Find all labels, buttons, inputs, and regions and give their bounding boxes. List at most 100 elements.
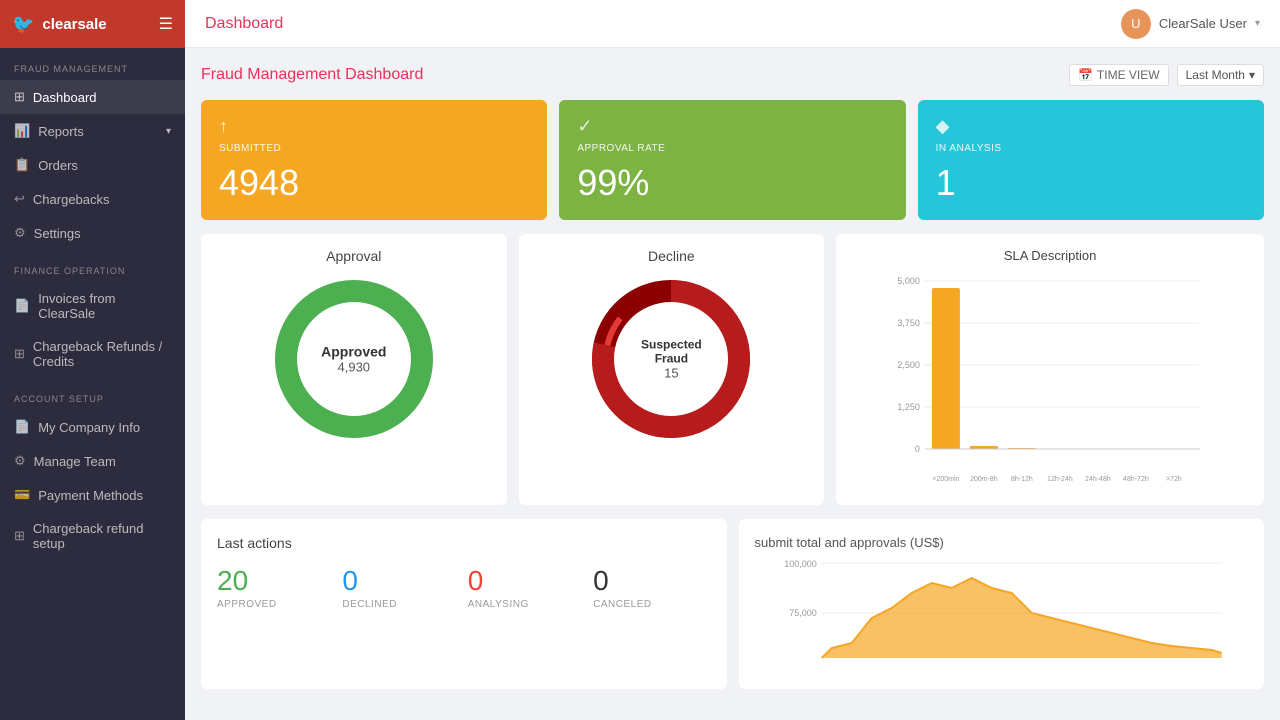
stat-card-submitted: ↑ SUBMITTED 4948 bbox=[201, 100, 547, 220]
page-title: Dashboard bbox=[205, 15, 283, 33]
sidebar-item-dashboard[interactable]: ⊞ Dashboard bbox=[0, 80, 185, 114]
sidebar-item-my-company[interactable]: 📄 My Company Info bbox=[0, 410, 185, 444]
dashboard-title: Fraud Management Dashboard bbox=[201, 66, 423, 84]
sidebar-item-invoices[interactable]: 📄 Invoices from ClearSale bbox=[0, 282, 185, 330]
sla-chart-card: SLA Description 5,000 3,750 2,500 1,250 bbox=[836, 234, 1264, 505]
approval-chart-card: Approval Approved 4,930 bbox=[201, 234, 507, 505]
sidebar-item-label: Manage Team bbox=[34, 454, 116, 469]
last-actions-title: Last actions bbox=[217, 535, 711, 551]
approved-stat-value: 20 bbox=[217, 565, 334, 597]
sidebar-header: 🐦 clearsale ☰ bbox=[0, 0, 185, 48]
time-view-area: 📅 TIME VIEW Last Month ▾ bbox=[1069, 64, 1264, 86]
approval-rate-icon: ✓ bbox=[577, 116, 592, 136]
decline-chart-title: Decline bbox=[533, 248, 811, 264]
sidebar-section-fraud: FRAUD MANAGEMENT bbox=[0, 48, 185, 80]
sidebar-item-label: My Company Info bbox=[38, 420, 140, 435]
logo-area: 🐦 clearsale bbox=[12, 14, 107, 35]
canceled-stat-label: CANCELED bbox=[593, 599, 710, 610]
svg-text:200m-8h: 200m-8h bbox=[970, 476, 998, 483]
time-view-button[interactable]: 📅 TIME VIEW bbox=[1069, 64, 1169, 86]
main-content: Dashboard U ClearSale User ▾ Fraud Manag… bbox=[185, 0, 1280, 720]
sidebar-item-label: Dashboard bbox=[33, 90, 97, 105]
svg-text:100,000: 100,000 bbox=[784, 559, 817, 569]
user-chevron-icon: ▾ bbox=[1255, 18, 1260, 29]
sidebar-item-manage-team[interactable]: ⚙ Manage Team bbox=[0, 444, 185, 478]
reports-icon: 📊 bbox=[14, 123, 30, 139]
chargeback-refunds-icon: ⊞ bbox=[14, 346, 25, 362]
svg-text:0: 0 bbox=[915, 444, 920, 454]
sidebar-item-settings[interactable]: ⚙ Settings bbox=[0, 216, 185, 250]
svg-text:1,250: 1,250 bbox=[898, 402, 921, 412]
decline-donut: Suspected Fraud 15 bbox=[586, 274, 756, 444]
sidebar-item-payment-methods[interactable]: 💳 Payment Methods bbox=[0, 478, 185, 512]
chargeback-setup-icon: ⊞ bbox=[14, 528, 25, 544]
declined-stat-value: 0 bbox=[342, 565, 459, 597]
svg-text:2,500: 2,500 bbox=[898, 360, 921, 370]
svg-text:75,000: 75,000 bbox=[789, 608, 817, 618]
stat-card-approval-rate: ✓ APPROVAL RATE 99% bbox=[559, 100, 905, 220]
submitted-icon: ↑ bbox=[219, 116, 228, 136]
time-period-select[interactable]: Last Month ▾ bbox=[1177, 64, 1264, 86]
declined-stat-label: DECLINED bbox=[342, 599, 459, 610]
avatar: U bbox=[1121, 9, 1151, 39]
approval-rate-label: APPROVAL RATE bbox=[577, 143, 887, 154]
dashboard-icon: ⊞ bbox=[14, 89, 25, 105]
calendar-icon: 📅 bbox=[1078, 68, 1093, 82]
sidebar-item-label: Invoices from ClearSale bbox=[38, 291, 171, 321]
user-area[interactable]: U ClearSale User ▾ bbox=[1121, 9, 1260, 39]
charts-row: Approval Approved 4,930 Decline bbox=[201, 234, 1264, 505]
svg-text:>72h: >72h bbox=[1166, 476, 1182, 483]
suspected-fraud-label: Suspected Fraud bbox=[629, 338, 714, 366]
sidebar-item-reports[interactable]: 📊 Reports ▾ bbox=[0, 114, 185, 148]
dashboard-header: Fraud Management Dashboard 📅 TIME VIEW L… bbox=[201, 64, 1264, 86]
submit-chart-card: submit total and approvals (US$) 100,000… bbox=[739, 519, 1265, 689]
chargebacks-icon: ↩ bbox=[14, 191, 25, 207]
stat-card-in-analysis: ◆ IN ANALYSIS 1 bbox=[918, 100, 1264, 220]
settings-icon: ⚙ bbox=[14, 225, 26, 241]
submitted-value: 4948 bbox=[219, 162, 529, 204]
sidebar-section-account: ACCOUNT SETUP bbox=[0, 378, 185, 410]
canceled-stat-value: 0 bbox=[593, 565, 710, 597]
declined-stat: 0 DECLINED bbox=[342, 565, 459, 610]
sidebar-item-label: Chargebacks bbox=[33, 192, 110, 207]
svg-text:48h-72h: 48h-72h bbox=[1123, 476, 1149, 483]
svg-text:12h-24h: 12h-24h bbox=[1047, 476, 1073, 483]
submit-chart-svg: 100,000 75,000 bbox=[755, 558, 1249, 668]
approved-label: Approved bbox=[321, 344, 386, 360]
decline-donut-center: Suspected Fraud 15 bbox=[629, 338, 714, 381]
user-name: ClearSale User bbox=[1159, 16, 1247, 31]
submit-chart-title: submit total and approvals (US$) bbox=[755, 535, 1249, 550]
payment-icon: 💳 bbox=[14, 487, 30, 503]
bottom-row: Last actions 20 APPROVED 0 DECLINED 0 AN… bbox=[201, 519, 1264, 689]
actions-stats: 20 APPROVED 0 DECLINED 0 ANALYSING 0 CAN… bbox=[217, 565, 711, 610]
my-company-icon: 📄 bbox=[14, 419, 30, 435]
content-area: Fraud Management Dashboard 📅 TIME VIEW L… bbox=[185, 48, 1280, 720]
approved-value: 4,930 bbox=[321, 360, 386, 375]
analysing-stat-label: ANALYSING bbox=[468, 599, 585, 610]
sidebar-item-label: Settings bbox=[34, 226, 81, 241]
manage-team-icon: ⚙ bbox=[14, 453, 26, 469]
sidebar-section-finance: FINANCE OPERATION bbox=[0, 250, 185, 282]
in-analysis-value: 1 bbox=[936, 162, 1246, 204]
svg-text:<200min: <200min bbox=[933, 476, 960, 483]
chevron-down-icon: ▾ bbox=[166, 126, 171, 137]
sidebar-item-chargebacks[interactable]: ↩ Chargebacks bbox=[0, 182, 185, 216]
last-actions-card: Last actions 20 APPROVED 0 DECLINED 0 AN… bbox=[201, 519, 727, 689]
logo-bird-icon: 🐦 bbox=[12, 14, 34, 35]
canceled-stat: 0 CANCELED bbox=[593, 565, 710, 610]
svg-text:5,000: 5,000 bbox=[898, 276, 921, 286]
analysing-stat: 0 ANALYSING bbox=[468, 565, 585, 610]
approval-donut-center: Approved 4,930 bbox=[321, 344, 386, 375]
in-analysis-label: IN ANALYSIS bbox=[936, 143, 1246, 154]
sidebar-item-chargeback-refunds[interactable]: ⊞ Chargeback Refunds / Credits bbox=[0, 330, 185, 378]
analysing-stat-value: 0 bbox=[468, 565, 585, 597]
approved-stat: 20 APPROVED bbox=[217, 565, 334, 610]
orders-icon: 📋 bbox=[14, 157, 30, 173]
svg-text:8h-12h: 8h-12h bbox=[1011, 476, 1033, 483]
sidebar-item-label: Orders bbox=[38, 158, 78, 173]
svg-text:3,750: 3,750 bbox=[898, 318, 921, 328]
hamburger-menu-icon[interactable]: ☰ bbox=[159, 14, 173, 34]
sidebar-item-orders[interactable]: 📋 Orders bbox=[0, 148, 185, 182]
sidebar-item-chargeback-setup[interactable]: ⊞ Chargeback refund setup bbox=[0, 512, 185, 560]
sidebar-item-label: Chargeback refund setup bbox=[33, 521, 171, 551]
